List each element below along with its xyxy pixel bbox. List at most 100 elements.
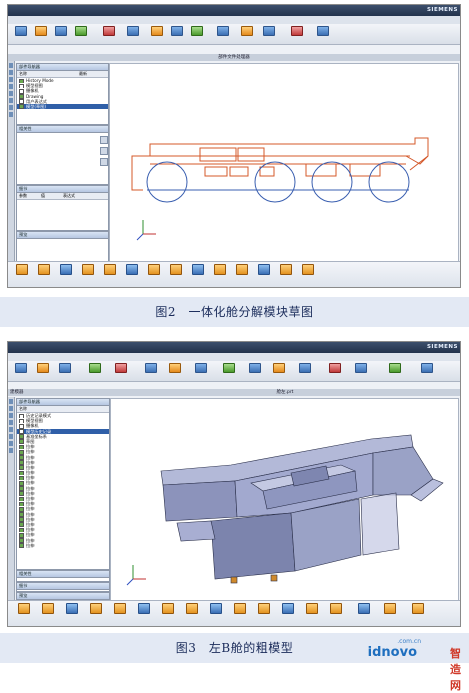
toolbar-button-4[interactable] — [86, 363, 104, 380]
toolbar-button-4[interactable] — [72, 26, 90, 43]
toolbar-button-13[interactable] — [288, 26, 306, 43]
resource-tab-7[interactable] — [9, 105, 13, 110]
bottom-tool-16[interactable] — [380, 603, 399, 615]
toolbar-button-8[interactable] — [192, 363, 210, 380]
bottom-tool-7[interactable] — [144, 264, 163, 276]
toolbar-button-1[interactable] — [12, 26, 30, 43]
bottom-tool-6[interactable] — [122, 264, 141, 276]
visibility-checkbox[interactable] — [19, 543, 24, 548]
toolbar-button-3[interactable] — [52, 26, 70, 43]
resource-tab-7[interactable] — [9, 441, 13, 446]
resource-tab-3[interactable] — [9, 413, 13, 418]
toolbar-button-1[interactable] — [12, 363, 30, 380]
menu-bar[interactable] — [8, 353, 460, 361]
settings-icon[interactable] — [100, 158, 108, 166]
toolbar-button-6[interactable] — [124, 26, 142, 43]
toolbar-button-7[interactable] — [148, 26, 166, 43]
search-icon[interactable] — [100, 136, 108, 144]
toolbar-button-5[interactable] — [100, 26, 118, 43]
toolbar-button-11[interactable] — [270, 363, 288, 380]
toolbar-button-3[interactable] — [56, 363, 74, 380]
resource-tab-2[interactable] — [9, 406, 13, 411]
resource-tab-6[interactable] — [9, 434, 13, 439]
resource-tab-8[interactable] — [9, 112, 13, 117]
resource-tab-6[interactable] — [9, 98, 13, 103]
toolbar-button-13[interactable] — [326, 363, 344, 380]
bottom-tool-6[interactable] — [134, 603, 153, 615]
wheel-1 — [146, 161, 188, 203]
bottom-tool-3[interactable] — [56, 264, 75, 276]
toolbar-button-15[interactable] — [386, 363, 404, 380]
resource-bar[interactable] — [8, 397, 15, 600]
bottom-tool-8[interactable] — [166, 264, 185, 276]
toolbar-button-6[interactable] — [142, 363, 160, 380]
toolbar-button-5[interactable] — [112, 363, 130, 380]
visibility-checkbox[interactable] — [19, 104, 24, 110]
resource-tab-2[interactable] — [9, 70, 13, 75]
bottom-tool-12[interactable] — [254, 264, 273, 276]
resource-tab-4[interactable] — [9, 420, 13, 425]
toolbar-button-14[interactable] — [352, 363, 370, 380]
bottom-tool-1[interactable] — [14, 603, 33, 615]
toolbar-button-16[interactable] — [418, 363, 436, 380]
resource-tab-5[interactable] — [9, 91, 13, 96]
toolbar-button-2[interactable] — [34, 363, 52, 380]
resource-bar[interactable] — [8, 61, 15, 261]
toolbar-button-12[interactable] — [296, 363, 314, 380]
bottom-tool-14[interactable] — [326, 603, 345, 615]
bottom-tool-4[interactable] — [86, 603, 105, 615]
toolbar-button-12[interactable] — [260, 26, 278, 43]
resource-tab-8[interactable] — [9, 448, 13, 453]
visibility-checkbox[interactable] — [19, 455, 24, 460]
bottom-tool-15[interactable] — [354, 603, 373, 615]
visibility-checkbox[interactable] — [19, 538, 24, 543]
resource-tab-4[interactable] — [9, 84, 13, 89]
toolbar-button-2[interactable] — [32, 26, 50, 43]
bottom-tool-10[interactable] — [230, 603, 249, 615]
toolbar-button-10[interactable] — [246, 363, 264, 380]
visibility-checkbox[interactable] — [19, 506, 24, 512]
bottom-tool-7[interactable] — [158, 603, 177, 615]
toolbar-button-8[interactable] — [168, 26, 186, 43]
graphics-window[interactable] — [110, 398, 459, 602]
bottom-tool-1[interactable] — [12, 264, 31, 276]
toolbar-button-14[interactable] — [314, 26, 332, 43]
resource-tab-3[interactable] — [9, 77, 13, 82]
resource-tab-1[interactable] — [9, 399, 13, 404]
visibility-checkbox[interactable] — [19, 423, 24, 429]
toolbar-button-10[interactable] — [214, 26, 232, 43]
bottom-tool-13[interactable] — [302, 603, 321, 615]
toolbar-button-7[interactable] — [166, 363, 184, 380]
visibility-checkbox[interactable] — [19, 480, 24, 486]
tree-row[interactable]: 拉伸 — [17, 543, 109, 548]
bottom-tool-5[interactable] — [100, 264, 119, 276]
resource-tab-5[interactable] — [9, 427, 13, 432]
bottom-tool-10[interactable] — [210, 264, 229, 276]
filter-icon[interactable] — [100, 147, 108, 155]
bottom-tool-11[interactable] — [254, 603, 273, 615]
bottom-tool-2[interactable] — [34, 264, 53, 276]
bottom-tool-17[interactable] — [408, 603, 427, 615]
bottom-tool-5[interactable] — [110, 603, 129, 615]
bottom-tool-9[interactable] — [188, 264, 207, 276]
bottom-tool-9[interactable] — [206, 603, 225, 615]
bottom-tool-3[interactable] — [62, 603, 81, 615]
bottom-tool-12[interactable] — [278, 603, 297, 615]
visibility-checkbox[interactable] — [19, 532, 24, 538]
toolbar-button-9[interactable] — [188, 26, 206, 43]
visibility-checkbox[interactable] — [19, 449, 24, 455]
tree-row-selected[interactable]: 模型(草图) — [17, 103, 108, 110]
bottom-tool-11[interactable] — [232, 264, 251, 276]
bottom-tool-8[interactable] — [182, 603, 201, 615]
bottom-tool-4[interactable] — [78, 264, 97, 276]
bottom-tool-13[interactable] — [276, 264, 295, 276]
sketch-icon — [37, 363, 49, 373]
bottom-tool-14[interactable] — [298, 264, 317, 276]
menu-bar[interactable] — [8, 16, 460, 24]
bottom-tool-2[interactable] — [38, 603, 57, 615]
toolbar-button-11[interactable] — [238, 26, 256, 43]
graphics-window[interactable] — [109, 63, 459, 263]
toolbar-button-9[interactable] — [220, 363, 238, 380]
resource-tab-1[interactable] — [9, 63, 13, 68]
visibility-checkbox[interactable] — [19, 88, 24, 94]
